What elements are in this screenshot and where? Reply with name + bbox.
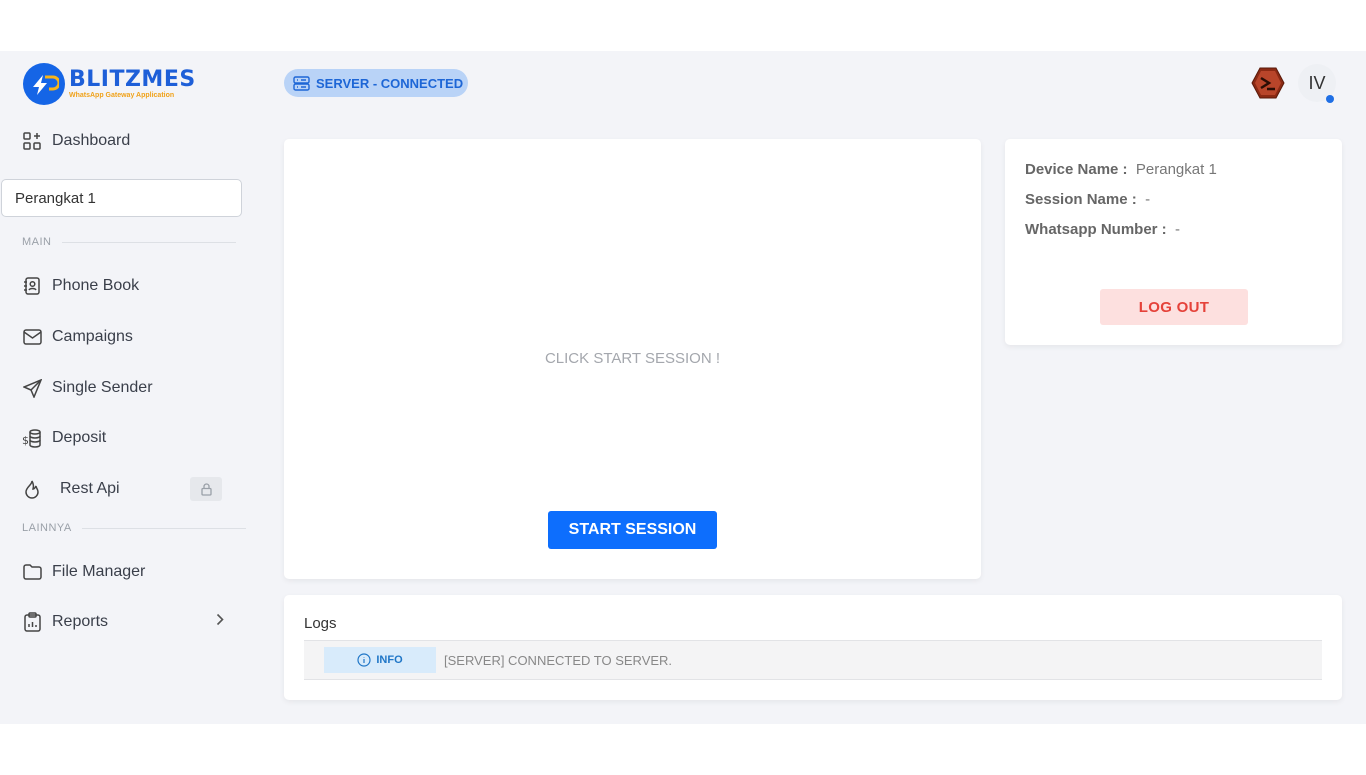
device-name-value: Perangkat 1 <box>1135 161 1217 178</box>
coins-icon: $ <box>22 428 42 448</box>
sidebar-item-dashboard[interactable]: Dashboard <box>22 131 130 151</box>
session-panel: CLICK START SESSION ! START SESSION <box>284 139 981 579</box>
whatsapp-number-value: - <box>1175 221 1181 238</box>
sidebar-item-label: Single Sender <box>52 379 153 396</box>
lock-icon <box>200 482 212 496</box>
log-level-text: INFO <box>376 654 403 666</box>
brand-title: BLITZMES <box>69 67 196 92</box>
server-status-badge: SERVER - CONNECTED <box>284 69 468 97</box>
section-label-lainnya: LAINNYA <box>22 522 246 534</box>
log-message: [SERVER] CONNECTED TO SERVER. <box>444 653 673 668</box>
send-icon <box>22 378 42 398</box>
divider <box>81 527 246 529</box>
device-info-panel: Device Name : Perangkat 1 Session Name :… <box>1005 139 1342 345</box>
session-name-value: - <box>1145 191 1151 208</box>
svg-text:$: $ <box>22 434 29 447</box>
chevron-right-icon <box>216 613 224 631</box>
app-shell: BLITZMES WhatsApp Gateway Application Da… <box>0 51 1366 724</box>
start-session-button[interactable]: START SESSION <box>548 511 717 549</box>
logout-button[interactable]: LOG OUT <box>1100 289 1248 325</box>
section-label-main: MAIN <box>22 236 236 248</box>
folder-icon <box>22 562 42 582</box>
sidebar-item-label: Rest Api <box>60 480 120 497</box>
lock-badge <box>190 477 222 501</box>
online-status-dot <box>1326 95 1334 103</box>
sidebar-item-campaigns[interactable]: Campaigns <box>22 327 133 347</box>
app-badge-icon[interactable] <box>1251 67 1285 99</box>
sidebar-item-deposit[interactable]: $ Deposit <box>22 428 106 448</box>
flame-icon <box>22 479 42 499</box>
sidebar-item-label: Campaigns <box>52 328 133 345</box>
logs-title: Logs <box>304 615 337 632</box>
server-status-text: SERVER - CONNECTED <box>316 75 464 91</box>
contact-book-icon <box>22 276 42 296</box>
info-icon <box>357 653 371 667</box>
sidebar-item-label: Reports <box>52 613 109 630</box>
brand-logo[interactable]: BLITZMES WhatsApp Gateway Application <box>23 63 196 105</box>
device-name-row: Device Name : Perangkat 1 <box>1025 161 1217 178</box>
whatsapp-number-label: Whatsapp Number : <box>1025 221 1167 238</box>
sidebar-item-single-sender[interactable]: Single Sender <box>22 378 153 398</box>
logo-icon <box>23 63 65 105</box>
log-entry: INFO [SERVER] CONNECTED TO SERVER. <box>304 640 1322 680</box>
sidebar-item-rest-api[interactable]: Rest Api <box>22 479 120 499</box>
session-message: CLICK START SESSION ! <box>544 350 721 367</box>
sidebar-item-label: Deposit <box>52 429 107 446</box>
sidebar-item-label: File Manager <box>52 563 146 580</box>
session-name-row: Session Name : - <box>1025 191 1150 208</box>
device-name-label: Device Name : <box>1025 161 1128 178</box>
sidebar-item-label: Phone Book <box>52 277 140 294</box>
device-select[interactable]: Perangkat 1 <box>1 179 242 217</box>
sidebar-item-reports[interactable]: Reports <box>22 612 224 632</box>
whatsapp-number-row: Whatsapp Number : - <box>1025 221 1180 238</box>
sidebar-item-phone-book[interactable]: Phone Book <box>22 276 139 296</box>
divider <box>61 241 236 243</box>
dashboard-icon <box>22 131 42 151</box>
log-level-badge: INFO <box>324 647 436 673</box>
logs-panel: Logs INFO [SERVER] CONNECTED TO SERVER. <box>284 595 1342 700</box>
sidebar-item-label: Dashboard <box>52 132 131 149</box>
sidebar-item-file-manager[interactable]: File Manager <box>22 562 145 582</box>
server-icon <box>293 75 310 91</box>
brand-subtitle: WhatsApp Gateway Application <box>69 92 175 99</box>
session-name-label: Session Name : <box>1025 191 1137 208</box>
clipboard-chart-icon <box>22 612 42 632</box>
mail-icon <box>22 327 42 347</box>
